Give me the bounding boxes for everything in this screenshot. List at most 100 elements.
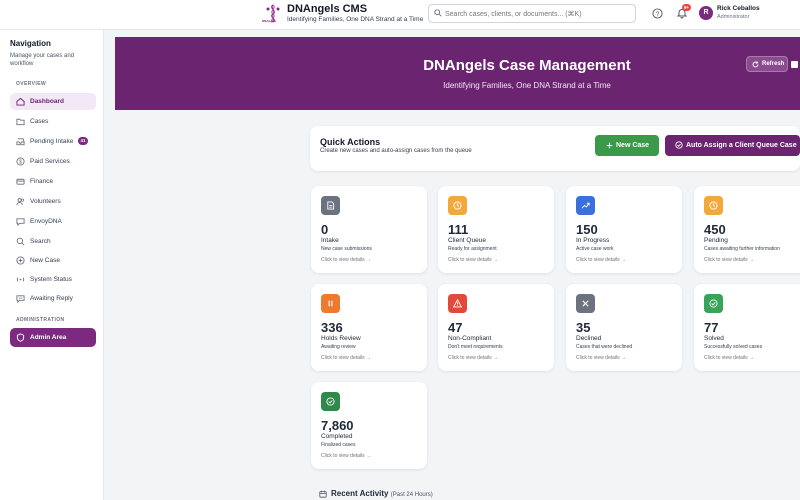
pause-icon	[328, 300, 333, 307]
logo-caption: DNAngels	[262, 19, 277, 23]
stat-label: Intake	[321, 237, 339, 244]
sidebar-item-system-status[interactable]: System Status	[10, 271, 96, 288]
stat-view-details-link[interactable]: Click to view details →	[321, 257, 371, 263]
recent-activity-subtitle: (Past 24 Hours)	[390, 492, 433, 498]
home-icon	[16, 97, 25, 106]
refresh-button[interactable]: Refresh	[746, 56, 788, 72]
new-case-label: New Case	[616, 142, 650, 149]
sidebar: Navigation Manage your cases and workflo…	[0, 30, 104, 500]
stat-view-details-link[interactable]: Click to view details →	[576, 355, 626, 361]
section-label-overview: OVERVIEW	[16, 81, 47, 87]
sidebar-item-label: Finance	[30, 177, 54, 185]
sidebar-item-volunteers[interactable]: Volunteers	[10, 193, 96, 210]
stat-card-holds-review[interactable]: 336 Holds Review Awaiting review Click t…	[311, 284, 427, 371]
stat-icon-bg	[704, 294, 723, 313]
sidebar-item-paid-services[interactable]: $ Paid Services	[10, 153, 96, 170]
section-label-administration: ADMINISTRATION	[16, 317, 65, 323]
stat-description: Cases that were declined	[576, 344, 633, 350]
sidebar-item-dashboard[interactable]: Dashboard	[10, 93, 96, 110]
auto-assign-button[interactable]: Auto Assign a Client Queue Case	[665, 135, 800, 156]
stat-value: 7,860	[321, 418, 354, 433]
auto-assign-label: Auto Assign a Client Queue Case	[686, 142, 797, 149]
stat-description: Successfully solved cases	[704, 344, 763, 350]
stat-label: Pending	[704, 237, 728, 244]
stat-view-details-link[interactable]: Click to view details →	[704, 257, 754, 263]
folder-icon	[16, 118, 25, 126]
stat-view-details-link[interactable]: Click to view details →	[448, 257, 498, 263]
stat-label: Non-Compliant	[448, 335, 492, 342]
avatar[interactable]: R	[699, 6, 713, 20]
recent-activity-title: Recent Activity	[331, 489, 389, 498]
stat-value: 450	[704, 222, 726, 237]
hero-toggle-checkbox[interactable]	[791, 61, 798, 68]
quick-actions-card: Quick Actions Create new cases and auto-…	[310, 126, 800, 171]
stat-card-in-progress[interactable]: 150 In Progress Active case work Click t…	[566, 186, 682, 273]
stat-description: Active case work	[576, 246, 614, 252]
top-bar: DNAngels DNAngels CMS Identifying Famili…	[0, 0, 800, 30]
stat-label: Completed	[321, 433, 353, 440]
clock-icon	[709, 201, 718, 210]
stat-view-details-link[interactable]: Click to view details →	[576, 257, 626, 263]
sidebar-item-label: System Status	[30, 275, 72, 283]
stat-label: Holds Review	[321, 335, 361, 342]
stat-card-non-compliant[interactable]: 47 Non-Compliant Don't meet requirements…	[438, 284, 554, 371]
new-case-button[interactable]: New Case	[595, 135, 659, 156]
stat-card-client-queue[interactable]: 111 Client Queue Ready for assignment Cl…	[438, 186, 554, 273]
stat-value: 150	[576, 222, 598, 237]
stat-card-solved[interactable]: 77 Solved Successfully solved cases Clic…	[694, 284, 800, 371]
stat-icon-bg	[576, 196, 595, 215]
stat-value: 77	[704, 320, 719, 335]
sidebar-item-finance[interactable]: Finance	[10, 173, 96, 190]
search-input[interactable]	[445, 7, 631, 21]
hero-title: DNAngels Case Management	[423, 57, 631, 74]
signal-icon	[16, 277, 25, 282]
stat-description: Ready for assignment	[448, 246, 497, 252]
stat-view-details-link[interactable]: Click to view details →	[448, 355, 498, 361]
inbox-icon	[16, 138, 25, 146]
sidebar-item-label: Volunteers	[30, 197, 61, 205]
sidebar-item-envoydna[interactable]: EnvoyDNA	[10, 213, 96, 230]
sidebar-item-pending-intake[interactable]: Pending Intake 41	[10, 133, 96, 150]
global-search[interactable]	[428, 4, 636, 23]
help-icon[interactable]: ?	[652, 8, 663, 19]
stat-icon-bg	[321, 392, 340, 411]
app-subtitle: Identifying Families, One DNA Strand at …	[287, 16, 424, 23]
stat-value: 0	[321, 222, 329, 237]
sidebar-item-label: Dashboard	[30, 97, 64, 105]
sidebar-item-new-case[interactable]: New Case	[10, 252, 96, 269]
users-icon	[16, 198, 25, 206]
plus-icon	[16, 256, 25, 265]
user-name[interactable]: Rick Ceballos	[717, 5, 760, 12]
svg-text:?: ?	[656, 11, 660, 18]
check-circle-icon	[326, 397, 335, 406]
sidebar-item-label: New Case	[30, 256, 60, 264]
stat-icon-bg	[448, 294, 467, 313]
sidebar-item-admin-area[interactable]: Admin Area	[10, 328, 96, 347]
svg-text:$: $	[19, 160, 22, 166]
stat-description: New case submissions	[321, 246, 372, 252]
sidebar-item-label: Cases	[30, 117, 49, 125]
sidebar-item-cases[interactable]: Cases	[10, 113, 96, 130]
dollar-icon: $	[16, 157, 25, 166]
stat-view-details-link[interactable]: Click to view details →	[704, 355, 754, 361]
stat-card-intake[interactable]: 0 Intake New case submissions Click to v…	[311, 186, 427, 273]
stat-card-pending[interactable]: 450 Pending Cases awaiting further infor…	[694, 186, 800, 273]
trending-up-icon	[581, 202, 590, 209]
user-role: Administrator	[717, 14, 750, 20]
stat-card-completed[interactable]: 7,860 Completed Finalized cases Click to…	[311, 382, 427, 469]
sidebar-item-awaiting-reply[interactable]: Awaiting Reply	[10, 290, 96, 307]
stat-card-declined[interactable]: 35 Declined Cases that were declined Cli…	[566, 284, 682, 371]
app-title: DNAngels CMS	[287, 3, 368, 15]
stat-value: 336	[321, 320, 343, 335]
stat-view-details-link[interactable]: Click to view details →	[321, 453, 371, 459]
hero-subtitle: Identifying Families, One DNA Strand at …	[443, 81, 611, 90]
stat-description: Awaiting review	[321, 344, 356, 350]
stat-label: Client Queue	[448, 237, 486, 244]
check-circle-icon	[675, 141, 683, 149]
document-icon	[327, 201, 335, 210]
stat-description: Finalized cases	[321, 442, 356, 448]
sidebar-item-search[interactable]: Search	[10, 233, 96, 250]
stat-value: 111	[448, 222, 469, 237]
plus-icon	[606, 142, 613, 149]
stat-view-details-link[interactable]: Click to view details →	[321, 355, 371, 361]
